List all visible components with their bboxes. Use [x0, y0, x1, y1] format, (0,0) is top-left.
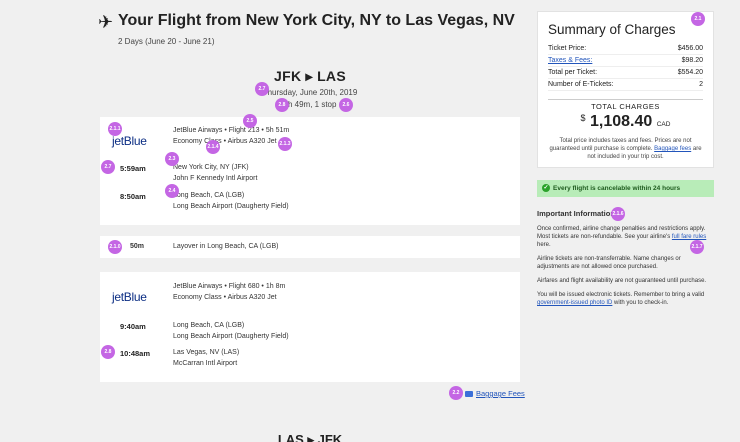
flight-details: JetBlue Airways • Flight 680 • 1h 8m — [173, 283, 286, 290]
important-information: Important Information Once confirmed, ai… — [537, 210, 714, 313]
total-charges-amount: $ 1,108.40 CAD — [548, 113, 703, 131]
departure-airport: John F Kennedy Intl Airport — [173, 175, 258, 182]
baggage-icon — [465, 391, 473, 398]
charge-value: $554.20 — [677, 69, 703, 76]
flight-segment-card: jetBlue JetBlue Airways • Flight 680 • 1… — [100, 272, 520, 382]
charge-row: Ticket Price: $456.00 — [548, 43, 703, 55]
check-circle-icon: ✓ — [542, 184, 550, 192]
charge-value: $98.20 — [681, 57, 703, 64]
annotation-marker: 2.1.3 — [278, 137, 292, 151]
fare-rules-link[interactable]: full fare rules — [672, 234, 706, 240]
total-value: 1,108.40 — [590, 113, 653, 130]
baggage-fees-link[interactable]: Baggage Fees — [465, 389, 525, 398]
departure-airport: Long Beach Airport (Daugherty Field) — [173, 333, 289, 340]
return-route-title: LAS ▸ JFK — [277, 432, 343, 442]
charge-value: $456.00 — [677, 45, 703, 52]
layover-text: Layover in Long Beach, CA (LGB) — [173, 243, 279, 250]
route-duration: 4h 49m, 1 stop — [283, 100, 337, 109]
charge-row: Total per Ticket: $554.20 — [548, 67, 703, 79]
info-text: here. — [537, 242, 551, 248]
arrival-airport: McCarran Intl Airport — [173, 360, 238, 367]
annotation-marker: 2.8 — [101, 345, 115, 359]
layover-duration: 50m — [130, 243, 145, 250]
airplane-icon: ✈ — [98, 12, 114, 32]
annotation-marker: 2.3 — [165, 152, 179, 166]
annotation-marker: 2.1.7 — [690, 240, 704, 254]
annotation-marker: 2.5 — [243, 114, 257, 128]
page-title: Your Flight from New York City, NY to La… — [118, 12, 515, 29]
info-paragraph: You will be issued electronic tickets. R… — [537, 291, 714, 307]
info-text: You will be issued electronic tickets. R… — [537, 292, 705, 298]
annotation-marker: 2.1.4 — [206, 140, 220, 154]
total-charges-label: TOTAL CHARGES — [548, 99, 703, 111]
currency-code: CAD — [656, 121, 671, 128]
flight-details: JetBlue Airways • Flight 213 • 5h 51m — [173, 127, 290, 134]
important-title: Important Information — [537, 209, 615, 218]
annotation-marker: 2.7 — [255, 82, 269, 96]
cancelable-banner: ✓ Every flight is cancelable within 24 h… — [537, 180, 714, 197]
charge-label: Total per Ticket: — [548, 69, 598, 76]
info-paragraph: Airline tickets are non-transferrable. N… — [537, 256, 681, 270]
arrival-time: 8:50am — [120, 192, 146, 201]
arrival-airport: Long Beach Airport (Daugherty Field) — [173, 203, 289, 210]
departure-time: 9:40am — [120, 322, 146, 331]
photo-id-link[interactable]: government-issued photo ID — [537, 300, 612, 306]
airline-logo: jetBlue — [112, 134, 147, 148]
baggage-fees-note-link[interactable]: Baggage fees — [654, 146, 691, 152]
route-title: JFK ▸ LAS — [274, 68, 346, 84]
charge-label: Number of E-Tickets: — [548, 81, 614, 88]
cabin-aircraft: Economy Class • Airbus A320 Jet — [173, 138, 277, 145]
route-date: Thursday, June 20th, 2019 — [262, 88, 358, 97]
departure-time: 5:59am — [120, 164, 146, 173]
info-paragraph: Airfares and flight availability are not… — [537, 278, 707, 284]
charge-value: 2 — [699, 81, 703, 88]
summary-of-charges: Summary of Charges Ticket Price: $456.00… — [537, 11, 714, 168]
info-text: with you to check-in. — [612, 300, 669, 306]
layover-card: 50m Layover in Long Beach, CA (LGB) — [100, 236, 520, 258]
annotation-marker: 2.6 — [339, 98, 353, 112]
annotation-marker: 2.1.0 — [108, 240, 122, 254]
cabin-aircraft: Economy Class • Airbus A320 Jet — [173, 294, 277, 301]
taxes-fees-link[interactable]: Taxes & Fees: — [548, 55, 592, 67]
charge-row: Number of E-Tickets: 2 — [548, 79, 703, 91]
annotation-marker: 2.4 — [165, 184, 179, 198]
departure-city: Long Beach, CA (LGB) — [173, 322, 245, 329]
trip-dates: 2 Days (June 20 - June 21) — [118, 37, 215, 46]
annotation-marker: 2.7 — [101, 160, 115, 174]
currency-symbol: $ — [580, 113, 586, 123]
departure-city: New York City, NY (JFK) — [173, 164, 249, 171]
charge-row: Taxes & Fees: $98.20 — [548, 55, 703, 67]
baggage-fees-label: Baggage Fees — [476, 389, 525, 398]
charge-label: Ticket Price: — [548, 45, 587, 52]
route-heading: JFK ▸ LAS Thursday, June 20th, 2019 4h 4… — [0, 68, 620, 109]
arrival-time: 10:48am — [120, 349, 151, 358]
cancelable-text: Every flight is cancelable within 24 hou… — [553, 185, 681, 192]
summary-title: Summary of Charges — [548, 22, 676, 37]
annotation-marker: 2.1.1 — [108, 122, 122, 136]
arrival-city: Las Vegas, NV (LAS) — [173, 349, 240, 356]
info-paragraph: Once confirmed, airline change penalties… — [537, 225, 714, 249]
annotation-marker: 2.1.6 — [611, 207, 625, 221]
flight-segment-card: jetBlue JetBlue Airways • Flight 213 • 5… — [100, 117, 520, 225]
annotation-marker: 2.8 — [275, 98, 289, 112]
annotation-marker: 2.1 — [691, 12, 705, 26]
price-note: Total price includes taxes and fees. Pri… — [548, 137, 703, 161]
airline-logo: jetBlue — [112, 290, 147, 304]
arrival-city: Long Beach, CA (LGB) — [173, 192, 245, 199]
annotation-marker: 2.2 — [449, 386, 463, 400]
